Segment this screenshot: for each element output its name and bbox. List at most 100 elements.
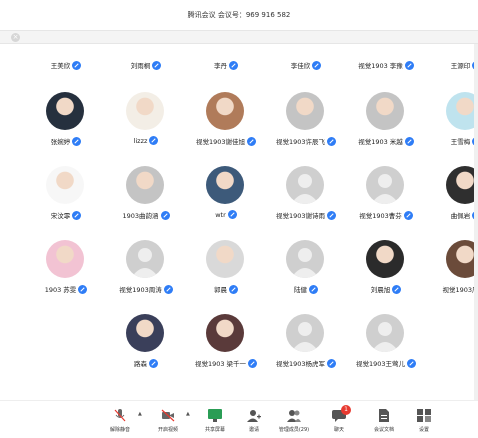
participant-tile[interactable]: 视觉1903王莺儿	[346, 314, 426, 384]
participant-tile[interactable]: 视觉1903曹芬	[346, 166, 426, 236]
participant-name: 视觉1903周	[416, 284, 478, 294]
participant-name-text: 视觉1903许辰飞	[275, 138, 326, 146]
default-avatar-icon	[286, 240, 324, 278]
settings-button[interactable]: 设置	[404, 409, 444, 437]
participant-tile[interactable]: 路森	[106, 314, 186, 384]
chat-button[interactable]: 1 聊天	[319, 405, 359, 437]
participant-tile[interactable]: 视觉1903谢诗雨	[266, 166, 346, 236]
participant-tile[interactable]: 1903 苏雯	[26, 240, 106, 310]
participant-tile[interactable]: 视觉1903 米越	[346, 92, 426, 162]
window-title-bar: 腾讯会议 会议号：969 916 582	[0, 0, 478, 30]
mic-muted-icon	[149, 358, 158, 368]
window-title: 腾讯会议 会议号：969 916 582	[187, 11, 291, 19]
participant-name-text: 视觉1903周	[442, 286, 478, 294]
participant-name-text: 陆健	[294, 286, 307, 294]
meeting-toolbar: 解除静音 ▲ 开启视频 ▲ 共享屏幕 邀请 管理成员(29) 1 聊天 会议文档…	[0, 400, 478, 438]
mic-muted-icon	[149, 136, 159, 145]
mic-muted-icon	[327, 358, 337, 368]
mic-muted-icon	[392, 284, 402, 294]
share-screen-icon	[208, 409, 222, 422]
mic-muted-icon	[404, 60, 414, 70]
chat-unread-badge: 1	[341, 405, 351, 415]
mic-muted-icon	[407, 358, 417, 368]
avatar	[366, 92, 404, 130]
participant-tile[interactable]: 视觉1903周	[426, 240, 478, 310]
mic-muted-icon	[229, 60, 238, 70]
participant-name-text: 视觉1903谢诗雨	[275, 212, 326, 220]
avatar	[206, 92, 244, 130]
participant-name-text: 李佳欣	[290, 62, 311, 70]
manage-members-button[interactable]: 管理成员(29)	[274, 409, 314, 437]
mic-muted-icon	[72, 210, 82, 220]
video-button[interactable]: 开启视频	[148, 409, 188, 437]
mute-options-caret[interactable]: ▲	[138, 411, 142, 417]
participant-name-text: wtr	[215, 210, 226, 219]
mic-muted-icon	[229, 284, 238, 294]
mic-muted-icon	[227, 210, 237, 219]
participant-tile[interactable]: 视觉1903谢佳旭	[186, 92, 266, 162]
participant-name-text: 刘晨旭	[370, 286, 391, 294]
participant-name-text: 视觉1903周涛	[119, 286, 162, 294]
avatar	[46, 166, 84, 204]
mic-muted-icon	[404, 136, 414, 146]
participant-tile[interactable]: wtr	[186, 166, 266, 236]
participant-tile[interactable]: 视觉1903 梁千一	[186, 314, 266, 384]
mic-muted-icon	[247, 136, 257, 146]
default-avatar-icon	[366, 166, 404, 204]
participant-name-text: 视觉1903 梁千一	[194, 360, 247, 368]
participant-tile[interactable]: lizzz	[106, 92, 186, 162]
mic-muted-icon	[327, 210, 337, 220]
participant-name-text: 郭晨	[214, 286, 227, 294]
participant-tile[interactable]: 张婉婷	[26, 92, 106, 162]
avatar	[206, 314, 244, 352]
participant-tile[interactable]: 陆健	[266, 240, 346, 310]
participant-name: 曲佩岩	[416, 210, 478, 220]
invite-icon	[247, 410, 261, 422]
participant-name-text: 王美欣	[50, 62, 71, 70]
avatar	[126, 92, 164, 130]
default-avatar-icon	[286, 314, 324, 352]
mic-muted-icon	[78, 284, 88, 294]
participant-name-text: 视觉1903 李豫	[358, 62, 403, 70]
participant-name-text: 李丹	[214, 62, 227, 70]
participant-tile[interactable]: 视觉1903许辰飞	[266, 92, 346, 162]
participant-name-text: 宋汶霏	[50, 212, 71, 220]
participant-tile[interactable]: 视觉1903杨虎军	[266, 314, 346, 384]
mic-muted-icon	[327, 136, 337, 146]
mute-button[interactable]: 解除静音	[100, 409, 140, 437]
document-icon	[379, 409, 389, 422]
close-icon[interactable]: ×	[11, 33, 20, 42]
mic-muted-icon	[403, 210, 413, 220]
mic-muted-icon	[114, 409, 126, 422]
participant-tile[interactable]: 视觉1903周涛	[106, 240, 186, 310]
participant-tile[interactable]: 王雪梅	[426, 92, 478, 162]
participant-tile[interactable]: 曲佩岩	[426, 166, 478, 236]
avatar	[206, 166, 244, 204]
video-options-caret[interactable]: ▲	[186, 411, 190, 417]
avatar	[126, 314, 164, 352]
video-label: 开启视频	[157, 427, 178, 433]
participant-name-text: 视觉1903曹芬	[359, 212, 402, 220]
participant-tile[interactable]: 1903曲韵涵	[106, 166, 186, 236]
participant-name-text: 曲佩岩	[450, 212, 471, 220]
participant-tile[interactable]: 刘晨旭	[346, 240, 426, 310]
participant-name-text: 路森	[134, 360, 147, 368]
participant-tile[interactable]: 宋汶霏	[26, 166, 106, 236]
participant-grid: 王美欣 刘雨桐 李丹 李佳欣 视觉1903 李豫 王源印 张婉婷 lizzz 视觉1903谢佳旭…	[0, 44, 478, 399]
sub-toolbar: ×	[0, 30, 478, 44]
participant-name-text: 张婉婷	[50, 138, 71, 146]
scrollbar[interactable]	[474, 44, 478, 438]
participant-name-text: 王雪梅	[450, 138, 471, 146]
avatar	[46, 92, 84, 130]
mic-muted-icon	[309, 284, 318, 294]
members-icon	[287, 410, 301, 422]
avatar	[206, 240, 244, 278]
participant-name-text: lizzz	[133, 136, 148, 145]
participant-name-text: 1903曲韵涵	[122, 212, 159, 220]
avatar	[286, 92, 324, 130]
participant-name-text: 王源印	[450, 62, 471, 70]
participant-name: 视觉1903王莺儿	[336, 358, 436, 368]
avatar	[46, 240, 84, 278]
participant-tile[interactable]: 郭晨	[186, 240, 266, 310]
mic-muted-icon	[163, 284, 173, 294]
